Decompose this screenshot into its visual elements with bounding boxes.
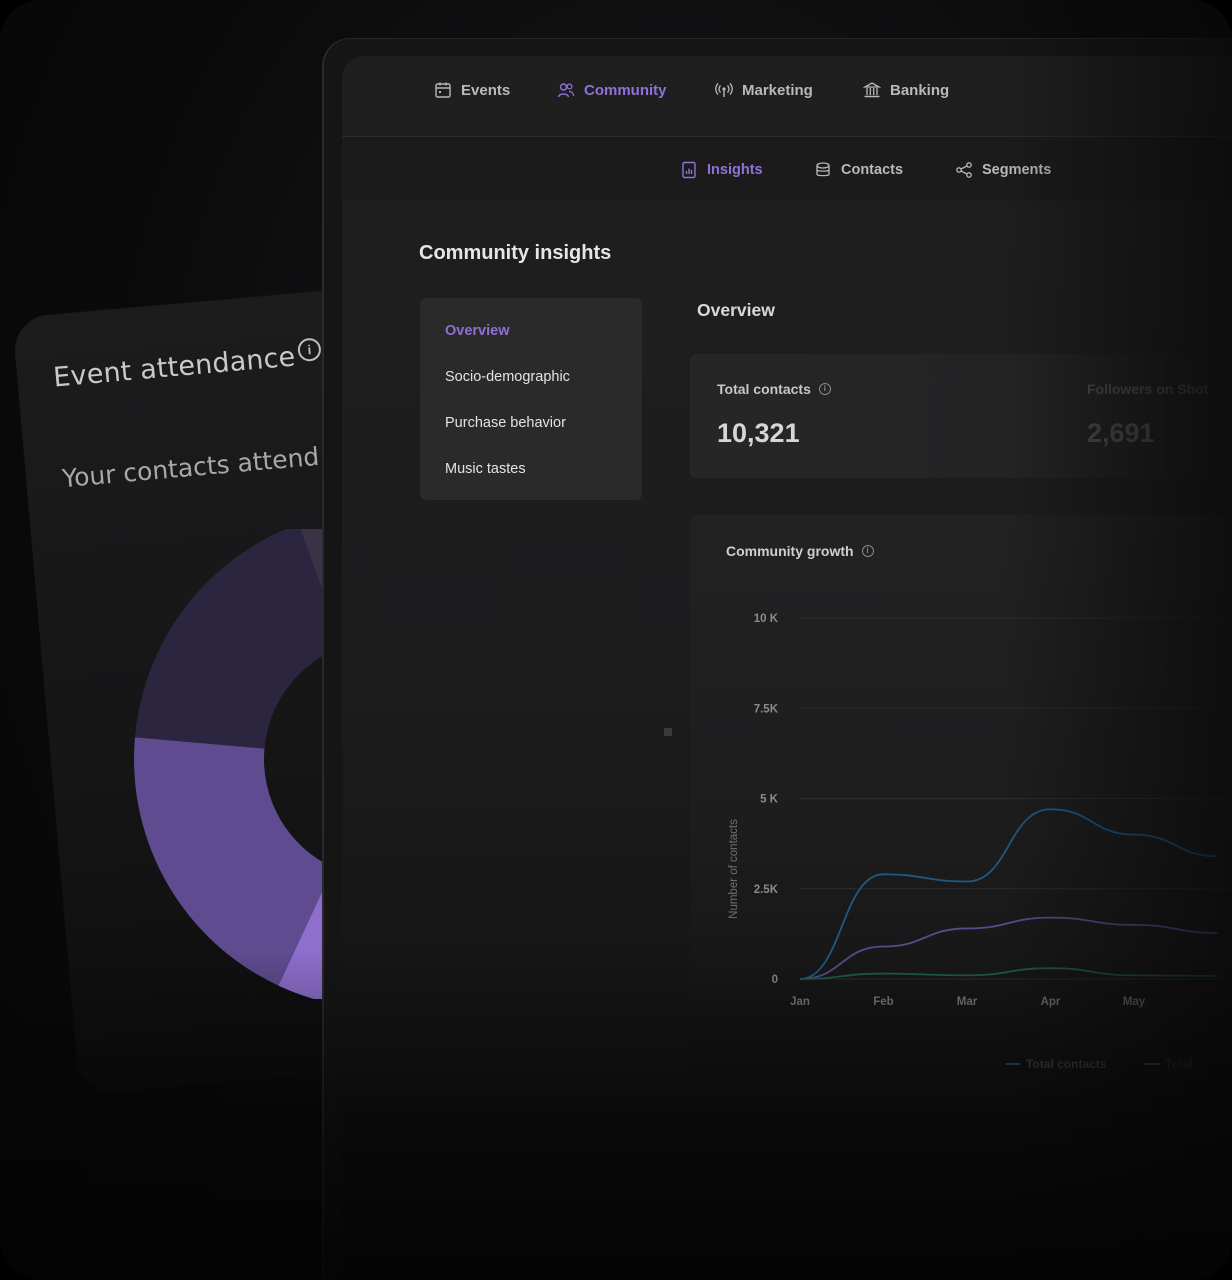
info-icon[interactable]: i <box>818 383 831 395</box>
y-tick-label: 0 <box>772 974 778 986</box>
series-line <box>799 967 1218 980</box>
tab-segments[interactable]: Segments <box>955 158 1051 182</box>
tab-contacts-label: Contacts <box>841 162 904 178</box>
x-tick-label: Feb <box>873 996 893 1008</box>
main-panel: Events Community Marketing Banking Insig… <box>342 56 1232 1280</box>
y-axis-label: Number of contacts <box>728 819 740 919</box>
series-line <box>799 808 1218 980</box>
x-tick-label: Jan <box>790 996 810 1008</box>
series-line <box>799 916 1218 980</box>
database-icon <box>816 162 830 177</box>
stat-value-total-contacts: 10,321 <box>717 418 800 448</box>
sub-navigation: Insights Contacts Segments <box>342 137 1232 201</box>
legend-label: Total <box>1165 1057 1193 1071</box>
event-attendance-subtitle: Your contacts attend <box>60 441 321 494</box>
stat-label-total-contacts: Total contacts i <box>717 381 831 397</box>
legend-label: Total contacts <box>1026 1057 1107 1071</box>
app-frame: Event attendance i Your contacts attend … <box>0 0 1232 1280</box>
nav-community-label: Community <box>584 81 667 99</box>
event-attendance-title: Event attendance <box>52 341 297 394</box>
overview-title: Overview <box>697 300 775 320</box>
tab-segments-label: Segments <box>982 162 1052 178</box>
bank-icon <box>863 82 881 98</box>
page-title: Community insights <box>419 242 612 264</box>
tab-contacts[interactable]: Contacts <box>814 158 903 182</box>
tab-insights-label: Insights <box>707 162 763 178</box>
tab-insights[interactable]: Insights <box>680 158 763 182</box>
top-navigation: Events Community Marketing Banking <box>342 56 1232 137</box>
share-icon <box>956 162 972 178</box>
info-icon[interactable]: i <box>296 337 322 363</box>
nav-community[interactable]: Community <box>557 78 667 102</box>
insights-side-menu: Overview Socio-demographic Purchase beha… <box>420 298 642 500</box>
report-icon <box>682 161 696 179</box>
donut-slice <box>134 529 343 749</box>
side-item-music-tastes[interactable]: Music tastes <box>445 461 526 477</box>
scroll-handle[interactable] <box>664 728 672 736</box>
y-tick-label: 2.5K <box>754 884 779 896</box>
nav-banking-label: Banking <box>890 81 950 99</box>
community-growth-card: Community growth i 0 2.5K 5 K 7.5K 10 K Jan F… <box>690 515 1232 1075</box>
nav-events[interactable]: Events <box>434 78 510 102</box>
nav-marketing-label: Marketing <box>742 81 813 99</box>
community-growth-chart: 0 2.5K 5 K 7.5K 10 K Jan Feb Mar Apr May Total c… <box>728 613 1232 1071</box>
side-item-socio-demographic[interactable]: Socio-demographic <box>445 369 570 385</box>
nav-banking[interactable]: Banking <box>863 78 949 102</box>
calendar-icon <box>435 82 451 98</box>
y-tick-label: 7.5K <box>754 703 779 715</box>
x-tick-label: May <box>1123 996 1146 1008</box>
y-tick-label: 10 K <box>754 613 779 625</box>
side-item-purchase-behavior[interactable]: Purchase behavior <box>445 415 566 431</box>
users-icon <box>557 83 575 98</box>
stats-card: Total contacts i 10,321 Followers on Sho… <box>690 354 1232 478</box>
side-item-overview[interactable]: Overview <box>445 323 510 339</box>
x-tick-label: Mar <box>957 996 978 1008</box>
nav-events-label: Events <box>461 81 511 99</box>
stat-value-followers: 2,691 <box>1087 418 1155 448</box>
stat-label-text: Total contacts <box>717 381 811 397</box>
nav-marketing[interactable]: Marketing <box>715 78 813 102</box>
broadcast-icon <box>715 83 733 97</box>
x-tick-label: Apr <box>1041 996 1061 1008</box>
y-tick-label: 5 K <box>760 794 779 806</box>
stat-label-followers: Followers on Shot <box>1087 381 1209 397</box>
